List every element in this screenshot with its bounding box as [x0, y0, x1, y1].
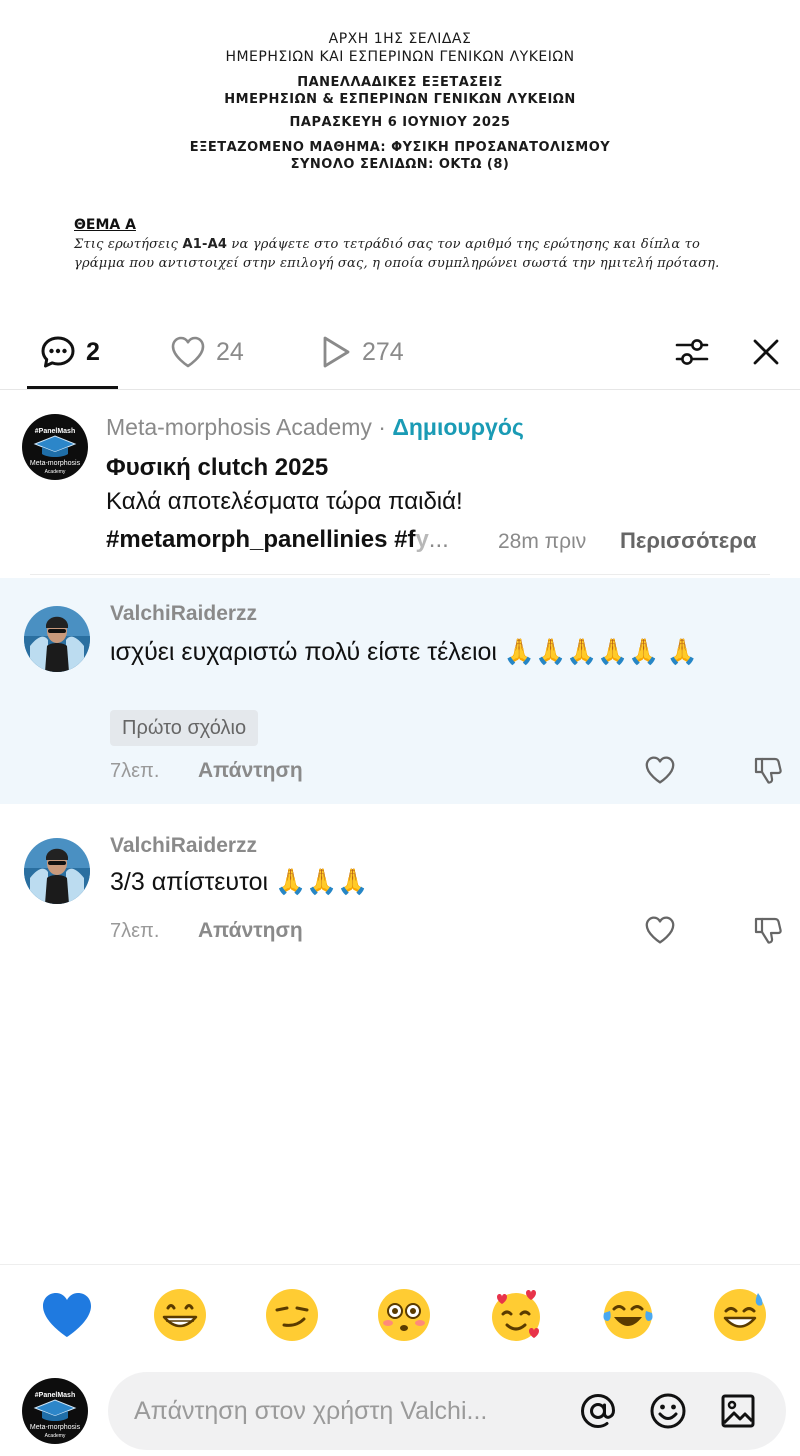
hashtags-visible: #metamorph_panellinies #f [106, 526, 416, 553]
smiling-face-with-hearts-icon [492, 1290, 540, 1341]
doc-line-page-start: ΑΡΧΗ 1ΗΣ ΣΕΛΙΔΑΣ [328, 31, 472, 47]
flushed-face-icon [378, 1289, 430, 1341]
comment-text: ισχύει ευχαριστώ πολύ είστε τέλειοι 🙏🙏🙏🙏… [110, 638, 698, 666]
avatar-text-academy: Academy [44, 469, 66, 475]
commenter-avatar[interactable] [24, 606, 90, 672]
doc-line-date: ΠΑΡΑΣΚΕΥΗ 6 ΙΟΥΝΙΟΥ 2025 [289, 115, 511, 130]
my-avatar: #PanelMash Meta-morphosis Academy [22, 1378, 88, 1444]
comment-username[interactable]: ValchiRaiderzz [110, 602, 257, 626]
blue-heart-icon [43, 1293, 91, 1337]
doc-instructions-range: Α1-Α4 [182, 237, 228, 252]
tab-comments[interactable]: 2 [40, 332, 100, 372]
post-caption: #PanelMash Meta-morphosis Academy Meta-m… [0, 404, 800, 576]
comment-item: ValchiRaiderzz 3/3 απίστευτοι 🙏🙏🙏 7λεπ. … [0, 810, 800, 960]
image-attach-button[interactable] [718, 1391, 758, 1431]
views-count: 274 [362, 337, 404, 366]
grinning-emoji-button[interactable] [152, 1287, 208, 1343]
doc-line-exam-schools: ΗΜΕΡΗΣΙΩΝ & ΕΣΠΕΡΙΝΩΝ ΓΕΝΙΚΩΝ ΛΥΚΕΙΩΝ [224, 92, 576, 107]
hearts-emoji-button[interactable] [488, 1287, 544, 1343]
creator-label: Δημιουργός [392, 414, 524, 440]
doc-line-schools: ΗΜΕΡΗΣΙΩΝ ΚΑΙ ΕΣΠΕΡΙΝΩΝ ΓΕΝΙΚΩΝ ΛΥΚΕΙΩΝ [225, 49, 575, 65]
tab-likes[interactable]: 24 [170, 332, 244, 372]
avatar-text-name: Meta-morphosis [29, 460, 81, 467]
avatar-text-top: #PanelMash [34, 1392, 76, 1399]
play-icon [323, 336, 350, 368]
at-sign-icon [580, 1393, 616, 1429]
commenter-avatar[interactable] [24, 838, 90, 904]
doc-line-subject: ΕΞΕΤΑΖΟΜΕΝΟ ΜΑΘΗΜΑ: ΦΥΣΙΚΗ ΠΡΟΣΑΝΑΤΟΛΙΣΜ… [189, 140, 611, 155]
comment-icon [41, 336, 75, 368]
comments-stats-bar: 2 24 274 [0, 318, 800, 390]
doc-instructions: Στις ερωτήσεις Α1-Α4 να γράψετε στο τετρ… [74, 235, 754, 273]
reply-button[interactable]: Απάντηση [198, 759, 303, 783]
reply-input-container [108, 1372, 786, 1450]
doc-theme-title: ΘΕΜΑ Α [74, 217, 136, 233]
heart-icon [645, 916, 675, 944]
author-separator: · [371, 414, 393, 440]
caption-text: Καλά αποτελέσματα τώρα παιδιά! [106, 488, 463, 515]
document-theme-a: ΘΕΜΑ Α Στις ερωτήσεις Α1-Α4 να γράψετε σ… [74, 217, 754, 273]
comment-composer: #PanelMash Meta-morphosis Academy [0, 1366, 800, 1456]
avatar-text-academy: Academy [44, 1433, 66, 1439]
doc-instructions-start: Στις ερωτήσεις [74, 237, 183, 252]
emoji-quick-bar [0, 1264, 800, 1364]
caption-author-line: Meta-morphosis Academy · Δημιουργός [106, 414, 524, 441]
filter-button[interactable] [670, 332, 714, 372]
likes-count: 24 [216, 337, 244, 366]
caption-time: 28m πριν [498, 530, 587, 553]
post-image-exam-document[interactable]: ΑΡΧΗ 1ΗΣ ΣΕΛΙΔΑΣ ΗΜΕΡΗΣΙΩΝ ΚΑΙ ΕΣΠΕΡΙΝΩΝ… [0, 0, 800, 306]
comment-text: 3/3 απίστευτοι 🙏🙏🙏 [110, 868, 369, 896]
doc-line-pages: ΣΥΝΟΛΟ ΣΕΛΙΔΩΝ: ΟΚΤΩ (8) [290, 157, 510, 172]
thumbs-down-icon [754, 917, 782, 944]
first-comment-badge: Πρώτο σχόλιο [110, 710, 259, 746]
smirking-face-icon [266, 1289, 318, 1341]
comment-dislike-button[interactable] [748, 910, 788, 950]
active-tab-indicator [27, 386, 118, 389]
flushed-emoji-button[interactable] [376, 1287, 432, 1343]
caption-ellipsis: ... [428, 526, 449, 553]
image-icon [721, 1394, 755, 1428]
comment-time: 7λεπ. [110, 920, 160, 942]
thumbs-down-icon [754, 757, 782, 784]
author-name[interactable]: Meta-morphosis Academy [106, 414, 372, 440]
sweat-smile-emoji-button[interactable] [712, 1287, 768, 1343]
sliders-icon [675, 339, 709, 365]
emoji-picker-button[interactable] [648, 1391, 688, 1431]
avatar-text-name: Meta-morphosis [29, 1424, 81, 1431]
smiley-icon [650, 1393, 686, 1429]
heart-icon [645, 756, 675, 784]
doc-line-exams: ΠΑΝΕΛΛΑΔΙΚΕΣ ΕΞΕΤΑΣΕΙΣ [297, 75, 503, 90]
sweat-smile-face-icon [714, 1289, 766, 1341]
comments-count: 2 [86, 337, 100, 366]
heart-icon [171, 336, 205, 368]
tears-of-joy-face-icon [603, 1291, 653, 1339]
creator-avatar[interactable]: #PanelMash Meta-morphosis Academy [22, 414, 88, 480]
user-photo-avatar [24, 838, 90, 904]
comment-time: 7λεπ. [110, 760, 160, 782]
mention-button[interactable] [578, 1391, 618, 1431]
hashtags-faded: y [415, 526, 429, 553]
caption-hashtags[interactable]: #metamorph_panellinies #fy... [106, 526, 449, 554]
close-button[interactable] [744, 332, 788, 372]
reply-button[interactable]: Απάντηση [198, 919, 303, 943]
avatar-text-top: #PanelMash [34, 428, 76, 435]
grinning-face-icon [154, 1289, 206, 1341]
smirk-emoji-button[interactable] [264, 1287, 320, 1343]
document-header: ΑΡΧΗ 1ΗΣ ΣΕΛΙΔΑΣ ΗΜΕΡΗΣΙΩΝ ΚΑΙ ΕΣΠΕΡΙΝΩΝ… [0, 30, 800, 173]
blue-heart-emoji-button[interactable] [39, 1287, 95, 1343]
tab-views[interactable]: 274 [320, 332, 404, 372]
close-icon [753, 339, 779, 365]
caption-more-button[interactable]: Περισσότερα [620, 528, 756, 554]
user-photo-avatar [24, 606, 90, 672]
reply-input[interactable] [134, 1386, 554, 1436]
comment-dislike-button[interactable] [748, 750, 788, 790]
comment-like-button[interactable] [640, 910, 680, 950]
caption-title: Φυσική clutch 2025 [106, 454, 329, 481]
comment-item: ValchiRaiderzz ισχύει ευχαριστώ πολύ είσ… [0, 578, 800, 804]
comment-like-button[interactable] [640, 750, 680, 790]
comment-username[interactable]: ValchiRaiderzz [110, 834, 257, 858]
caption-divider [30, 574, 770, 575]
tears-of-joy-emoji-button[interactable] [600, 1287, 656, 1343]
